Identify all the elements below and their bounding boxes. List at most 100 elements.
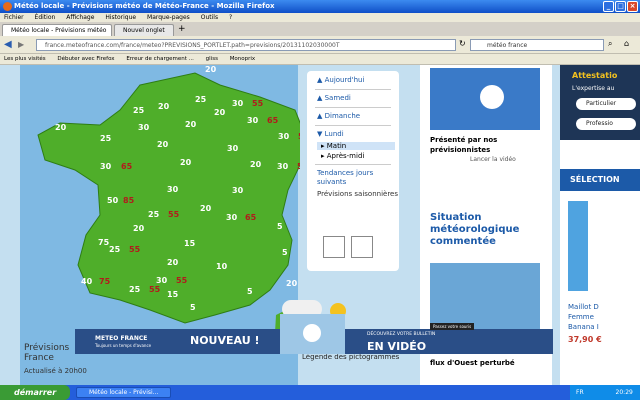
- tray-clock: 20:29: [615, 389, 633, 396]
- situation-footer: flux d'Ouest perturbé: [430, 359, 515, 367]
- menu-sunday[interactable]: ▲ Dimanche: [317, 111, 399, 122]
- wind-speed-label: 25: [109, 245, 121, 254]
- navigation-bar: ◀ ▶ france.meteofrance.com/france/meteo?…: [0, 36, 640, 54]
- menu-tools[interactable]: Outils: [201, 14, 218, 21]
- minimize-button[interactable]: _: [603, 1, 614, 12]
- menu-monday[interactable]: ▼ Lundi: [317, 129, 399, 140]
- menu-afternoon[interactable]: ▸ Après-midi: [317, 152, 395, 160]
- wind-speed-label: 5: [277, 222, 283, 231]
- search-icon[interactable]: ⌕: [608, 39, 612, 49]
- start-label: démarrer: [14, 388, 57, 397]
- forward-arrow-icon[interactable]: ▶: [18, 40, 24, 49]
- wind-speed-label: 15: [184, 239, 196, 248]
- wind-speed-label: 20: [157, 140, 169, 149]
- product-image[interactable]: [568, 201, 588, 291]
- back-arrow-icon[interactable]: ◀: [4, 39, 12, 50]
- wind-speed-label: 30: [277, 162, 289, 171]
- window-title: Météo locale - Prévisions météo de Météo…: [14, 2, 275, 10]
- wind-speed-label: 25: [195, 95, 207, 104]
- play-icon[interactable]: [480, 85, 504, 109]
- menu-bar: Fichier Édition Affichage Historique Mar…: [0, 13, 640, 22]
- windsock-icon[interactable]: [351, 236, 373, 258]
- video-caption: Présenté par nos prévisionnistes: [430, 136, 498, 154]
- wind-speed-label: 25: [148, 210, 160, 219]
- bookmark-gliss[interactable]: gliss: [206, 56, 218, 62]
- new-tab-plus-icon[interactable]: +: [178, 24, 186, 34]
- url-text: france.meteofrance.com/france/meteo?PREV…: [45, 42, 340, 49]
- banner-play-icon[interactable]: [303, 324, 321, 342]
- menu-today-label: Aujourd'hui: [324, 76, 365, 84]
- professionnel-button[interactable]: Professio: [576, 118, 636, 130]
- firefox-icon: [3, 2, 12, 11]
- menu-afternoon-label: Après-midi: [326, 152, 365, 160]
- wind-speed-label: 20: [200, 204, 212, 213]
- bookmark-monoprix[interactable]: Monoprix: [230, 56, 256, 62]
- particulier-button-label: Particulier: [586, 100, 617, 107]
- search-input[interactable]: météo france: [470, 39, 604, 51]
- home-icon[interactable]: ⌂: [624, 39, 629, 48]
- legend-link[interactable]: Légende des pictogrammes: [302, 353, 399, 361]
- banner-subscribe: Passez votre souris: [430, 323, 475, 330]
- forecast-menu: ▲ Aujourd'hui ▲ Samedi ▲ Dimanche ▼ Lund…: [307, 71, 399, 271]
- bookmark-load-error[interactable]: Erreur de chargement ...: [126, 56, 194, 62]
- wind-speed-label: 20: [286, 279, 298, 288]
- wind-speed-label: 30: [156, 276, 168, 285]
- menu-saturday-label: Samedi: [324, 94, 351, 102]
- menu-help[interactable]: ?: [229, 14, 232, 21]
- wind-speed-label: 30: [247, 116, 259, 125]
- wind-speed-label: 20: [250, 160, 262, 169]
- wind-speed-label: 5: [247, 287, 253, 296]
- start-button[interactable]: démarrer: [0, 385, 70, 400]
- particulier-button[interactable]: Particulier: [576, 98, 636, 110]
- video-banner[interactable]: METEO FRANCE Toujours un temps d'avance …: [75, 314, 553, 354]
- wind-speed-label: 15: [167, 290, 179, 299]
- maximize-button[interactable]: □: [615, 1, 626, 12]
- attestation-box: Attestatio L'expertise au Particulier Pr…: [560, 65, 640, 140]
- wind-speed-label: 55: [129, 245, 141, 254]
- product-name[interactable]: Maillot D Femme Banana I: [568, 302, 599, 332]
- wind-speed-label: 65: [245, 213, 257, 222]
- banner-video: EN VIDÉO: [367, 340, 427, 353]
- tray-language[interactable]: FR: [576, 389, 584, 396]
- menu-trends[interactable]: Tendances jours suivants: [317, 169, 399, 187]
- taskbar-item-firefox[interactable]: Météo locale - Prévisi...: [76, 387, 171, 398]
- wind-speed-label: 20: [167, 258, 179, 267]
- menu-seasonal[interactable]: Prévisions saisonnières: [317, 190, 399, 199]
- banner-new: NOUVEAU !: [190, 334, 260, 347]
- bookmark-most-visited[interactable]: Les plus visités: [4, 56, 46, 62]
- wind-speed-label: 30: [167, 185, 179, 194]
- menu-file[interactable]: Fichier: [4, 14, 24, 21]
- wind-speed-label: 5: [190, 303, 196, 312]
- system-tray: FR 20:29: [570, 385, 640, 400]
- reload-icon[interactable]: ↻: [459, 39, 466, 48]
- bookmarks-toolbar: Les plus visités Débuter avec Firefox Er…: [0, 54, 640, 65]
- tab-new-label: Nouvel onglet: [123, 27, 165, 34]
- taskbar: démarrer Météo locale - Prévisi... FR 20…: [0, 385, 640, 400]
- menu-edit[interactable]: Édition: [35, 14, 56, 21]
- menu-today[interactable]: ▲ Aujourd'hui: [317, 75, 399, 86]
- wind-speed-label: 30: [138, 123, 150, 132]
- wind-speed-label: 85: [123, 196, 135, 205]
- wind-speed-label: 20: [180, 158, 192, 167]
- close-window-button[interactable]: ×: [627, 1, 638, 12]
- wind-speed-label: 5: [282, 248, 288, 257]
- tab-meteo[interactable]: Météo locale - Prévisions météo de Météo…: [2, 24, 112, 45]
- wind-speed-label: 75: [98, 238, 110, 247]
- bookmark-getting-started[interactable]: Débuter avec Firefox: [57, 56, 114, 62]
- menu-saturday[interactable]: ▲ Samedi: [317, 93, 399, 104]
- wind-speed-label: 25: [129, 285, 141, 294]
- menu-morning[interactable]: ▸ Matin: [317, 142, 395, 150]
- sun-cloud-icon[interactable]: [323, 236, 345, 258]
- menu-bookmarks[interactable]: Marque-pages: [147, 14, 190, 21]
- banner-discover: DÉCOUVREZ VOTRE BULLETIN: [367, 332, 436, 337]
- situation-title[interactable]: Situation météorologique commentée: [430, 212, 540, 248]
- tab-new[interactable]: Nouvel onglet: [114, 24, 174, 36]
- menu-view[interactable]: Affichage: [66, 14, 94, 21]
- url-bar[interactable]: france.meteofrance.com/france/meteo?PREV…: [36, 39, 456, 51]
- legend-label: Légende des pictogrammes: [302, 353, 400, 361]
- wind-speed-label: 20: [205, 65, 217, 74]
- window-titlebar: Météo locale - Prévisions météo de Météo…: [0, 0, 640, 13]
- video-link[interactable]: Lancer la vidéo: [470, 156, 516, 163]
- wind-speed-label: 55: [252, 99, 264, 108]
- menu-history[interactable]: Historique: [105, 14, 136, 21]
